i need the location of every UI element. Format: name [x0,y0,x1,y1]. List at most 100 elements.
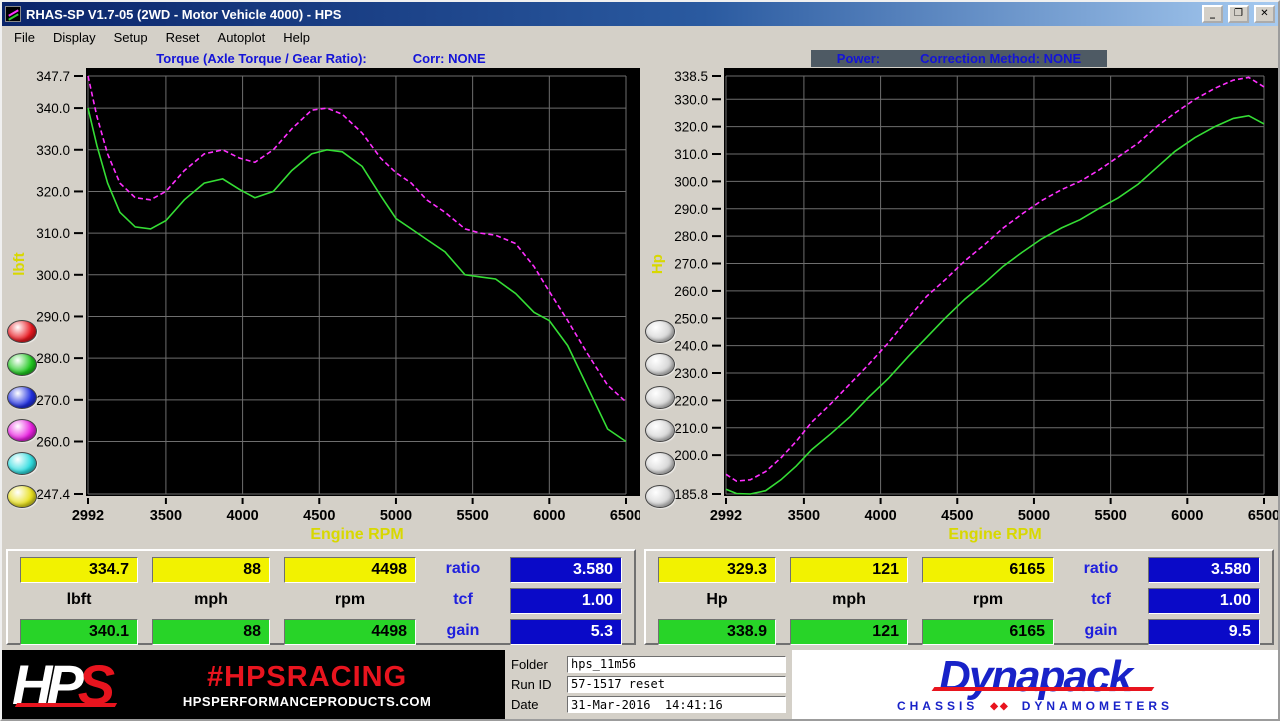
torque-channel-button[interactable] [7,452,37,475]
title-bar[interactable]: RHAS-SP V1.7-05 (2WD - Motor Vehicle 400… [2,2,1278,26]
svg-text:320.0: 320.0 [36,184,70,199]
date-input[interactable] [567,696,786,713]
menu-item-reset[interactable]: Reset [158,28,208,47]
tcf-label: tcf [1068,588,1134,614]
torque-channel-button[interactable] [7,320,37,343]
torque-header: Torque (Axle Torque / Gear Ratio): Corr:… [2,48,640,68]
power-unit-label: Hp [658,588,776,614]
svg-text:6000: 6000 [533,508,565,524]
power-header-strip: Power: Correction Method: NONE [811,50,1107,67]
menu-bar: File Display Setup Reset Autoplot Help [2,26,1278,48]
dynapack-logo: Dynapack [939,656,1131,698]
dynapack-subtitle: CHASSIS ◆◆ DYNAMOMETERS [897,699,1173,713]
ratio-value: 3.580 [510,557,622,583]
hps-website: HPSPERFORMANCEPRODUCTS.COM [183,694,431,709]
dynapack-chassis-label: CHASSIS [897,699,978,713]
svg-text:lbft: lbft [11,252,28,275]
power-panel: Power: Correction Method: NONE 338.5330.… [640,48,1278,544]
rpm-live-value: 4498 [284,557,416,583]
speed-live-value: 88 [152,557,270,583]
power-channel-buttons [645,320,675,508]
svg-text:270.0: 270.0 [674,257,708,272]
power-header-label: Power: [837,51,880,66]
menu-item-autoplot[interactable]: Autoplot [210,28,274,47]
power-channel-button[interactable] [645,485,675,508]
menu-item-display[interactable]: Display [45,28,104,47]
svg-text:330.0: 330.0 [36,143,70,158]
hps-hashtag: #HPSRACING [207,661,407,694]
run-info-panel: Folder Run ID Date [505,650,792,719]
power-channel-button[interactable] [645,386,675,409]
hps-logo-swoosh [15,703,117,707]
svg-text:3500: 3500 [788,508,820,524]
svg-text:210.0: 210.0 [674,421,708,436]
ratio-label: ratio [430,557,496,583]
power-corr-label: Correction Method: NONE [920,51,1081,66]
torque-channel-button[interactable] [7,485,37,508]
run-id-label: Run ID [511,677,561,692]
svg-text:220.0: 220.0 [674,393,708,408]
footer-bar: HPS #HPSRACING HPSPERFORMANCEPRODUCTS.CO… [2,650,1278,719]
run-id-row: Run ID [511,676,786,693]
app-icon [5,6,21,22]
torque-channel-button[interactable] [7,419,37,442]
torque-live-value: 334.7 [20,557,138,583]
power-header: Power: Correction Method: NONE [640,48,1278,68]
svg-text:Engine RPM: Engine RPM [948,526,1041,543]
svg-text:Engine RPM: Engine RPM [310,526,403,543]
svg-text:310.0: 310.0 [674,147,708,162]
svg-text:6000: 6000 [1171,508,1203,524]
rpm-peak-value: 4498 [284,619,416,645]
svg-text:250.0: 250.0 [674,311,708,326]
app-window: RHAS-SP V1.7-05 (2WD - Motor Vehicle 400… [0,0,1280,721]
power-channel-button[interactable] [645,353,675,376]
svg-text:5000: 5000 [1018,508,1050,524]
run-id-input[interactable] [567,676,786,693]
power-readout-group: 329.3 121 6165 ratio 3.580 Hp mph rpm tc… [644,549,1274,645]
svg-text:280.0: 280.0 [674,229,708,244]
menu-item-file[interactable]: File [6,28,43,47]
power-live-value: 329.3 [658,557,776,583]
speed-live-value: 121 [790,557,908,583]
gain-value: 5.3 [510,619,622,645]
date-row: Date [511,696,786,713]
svg-text:300.0: 300.0 [36,268,70,283]
minimize-button[interactable]: _ [1202,5,1223,23]
maximize-button[interactable]: ❐ [1228,5,1249,23]
menu-item-help[interactable]: Help [275,28,318,47]
torque-channel-buttons [7,320,37,508]
svg-text:4000: 4000 [864,508,896,524]
speed-unit-label: mph [152,588,270,614]
dynapack-branding: Dynapack CHASSIS ◆◆ DYNAMOMETERS [792,650,1278,719]
svg-text:270.0: 270.0 [36,393,70,408]
gain-label: gain [1068,619,1134,645]
speed-peak-value: 88 [152,619,270,645]
torque-header-label: Torque (Axle Torque / Gear Ratio): [156,51,366,66]
dynapack-swoosh [932,687,1155,691]
power-channel-button[interactable] [645,419,675,442]
charts-area: Torque (Axle Torque / Gear Ratio): Corr:… [2,48,1278,544]
readouts-row: 334.7 88 4498 ratio 3.580 lbft mph rpm t… [2,544,1278,650]
svg-text:347.7: 347.7 [36,69,70,84]
svg-text:5500: 5500 [457,508,489,524]
svg-text:320.0: 320.0 [674,120,708,135]
diamond-icon: ◆◆ [990,701,1009,712]
svg-text:290.0: 290.0 [36,309,70,324]
svg-text:340.0: 340.0 [36,101,70,116]
power-channel-button[interactable] [645,320,675,343]
svg-text:185.8: 185.8 [674,487,708,502]
rpm-peak-value: 6165 [922,619,1054,645]
power-channel-button[interactable] [645,452,675,475]
svg-text:2992: 2992 [710,508,742,524]
torque-panel: Torque (Axle Torque / Gear Ratio): Corr:… [2,48,640,544]
svg-text:280.0: 280.0 [36,351,70,366]
rpm-unit-label: rpm [922,588,1054,614]
svg-text:330.0: 330.0 [674,92,708,107]
menu-item-setup[interactable]: Setup [106,28,156,47]
svg-text:200.0: 200.0 [674,448,708,463]
folder-input[interactable] [567,656,786,673]
torque-channel-button[interactable] [7,353,37,376]
close-button[interactable]: ✕ [1254,5,1275,23]
torque-channel-button[interactable] [7,386,37,409]
power-chart: 338.5330.0320.0310.0300.0290.0280.0270.0… [642,68,1278,544]
